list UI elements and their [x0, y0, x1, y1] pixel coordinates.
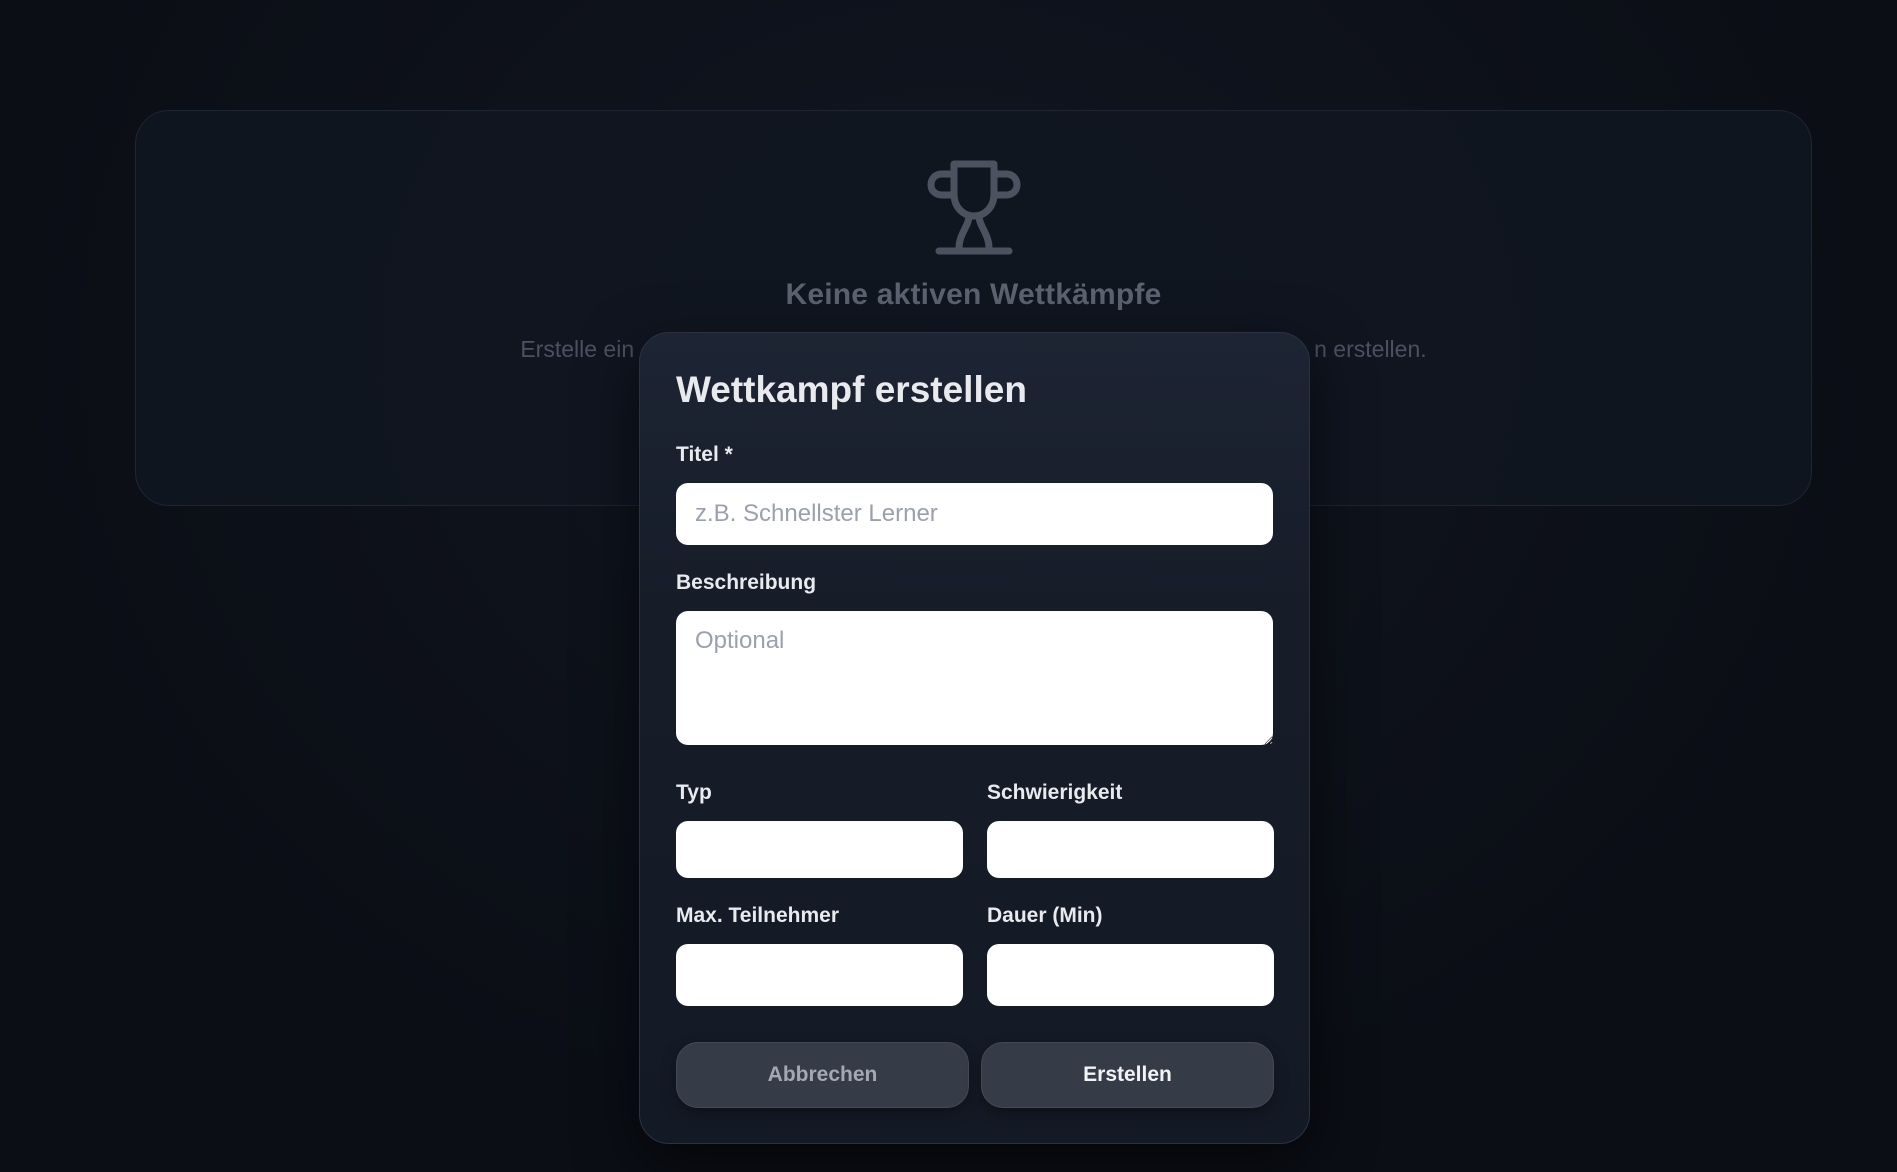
type-input[interactable] [676, 821, 963, 878]
max-participants-input[interactable] [676, 944, 963, 1006]
description-label: Beschreibung [676, 571, 817, 594]
cancel-button[interactable]: Abbrechen [676, 1042, 969, 1108]
difficulty-input[interactable] [987, 821, 1274, 878]
duration-input[interactable] [987, 944, 1274, 1006]
type-label: Typ [676, 781, 712, 804]
duration-label: Dauer (Min) [987, 904, 1103, 927]
create-competition-modal: Wettkampf erstellen Titel * Beschreibung… [639, 332, 1310, 1144]
empty-state-subtitle-left: Erstelle ein [520, 336, 635, 362]
empty-state-title: Keine aktiven Wettkämpfe [785, 278, 1162, 311]
max-participants-label: Max. Teilnehmer [676, 904, 839, 927]
modal-title: Wettkampf erstellen [676, 369, 1027, 410]
create-button[interactable]: Erstellen [981, 1042, 1274, 1108]
title-input[interactable] [676, 483, 1273, 545]
difficulty-label: Schwierigkeit [987, 781, 1123, 804]
trophy-icon [927, 160, 1021, 255]
title-label: Titel * [676, 443, 733, 466]
empty-state-subtitle-right: n erstellen. [1314, 336, 1427, 362]
description-textarea[interactable] [676, 611, 1273, 745]
